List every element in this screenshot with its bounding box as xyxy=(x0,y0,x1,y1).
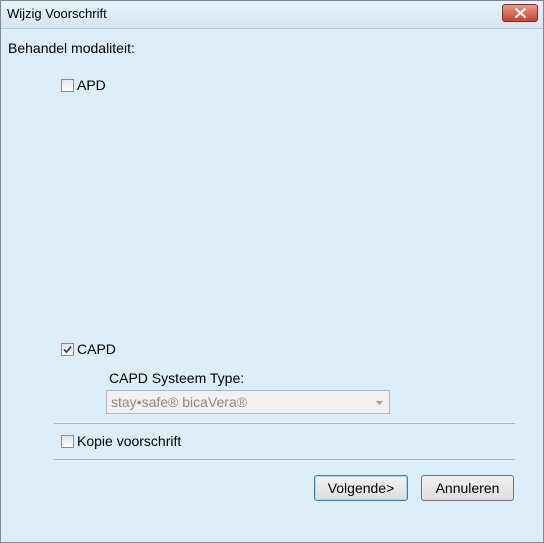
capd-system-type-label: CAPD Systeem Type: xyxy=(109,370,245,386)
copy-prescription-option[interactable]: Kopie voorschrift xyxy=(61,433,181,449)
capd-option[interactable]: CAPD xyxy=(61,341,116,357)
separator xyxy=(54,423,515,424)
modality-label: Behandel modaliteit: xyxy=(8,40,135,56)
close-button[interactable] xyxy=(502,4,538,22)
next-button[interactable]: Volgende> xyxy=(314,475,408,501)
apd-label: APD xyxy=(77,77,106,93)
apd-option[interactable]: APD xyxy=(61,77,106,93)
dialog-window: Wijzig Voorschrift Behandel modaliteit: … xyxy=(0,0,544,543)
dialog-content xyxy=(1,29,543,542)
capd-label: CAPD xyxy=(77,341,116,357)
cancel-button[interactable]: Annuleren xyxy=(421,475,514,501)
copy-prescription-label: Kopie voorschrift xyxy=(77,433,182,449)
checkmark-icon xyxy=(63,345,72,353)
title-bar[interactable]: Wijzig Voorschrift xyxy=(1,1,543,29)
capd-checkbox[interactable] xyxy=(61,342,74,356)
capd-system-type-select[interactable]: stay•safe® bicaVera® xyxy=(106,390,390,414)
copy-prescription-checkbox[interactable] xyxy=(61,434,74,448)
dropdown-arrow-icon xyxy=(376,401,383,405)
apd-checkbox[interactable] xyxy=(61,78,74,92)
window-title: Wijzig Voorschrift xyxy=(7,6,107,21)
capd-system-type-value: stay•safe® bicaVera® xyxy=(111,394,248,410)
close-icon xyxy=(515,8,526,18)
separator xyxy=(54,459,515,460)
